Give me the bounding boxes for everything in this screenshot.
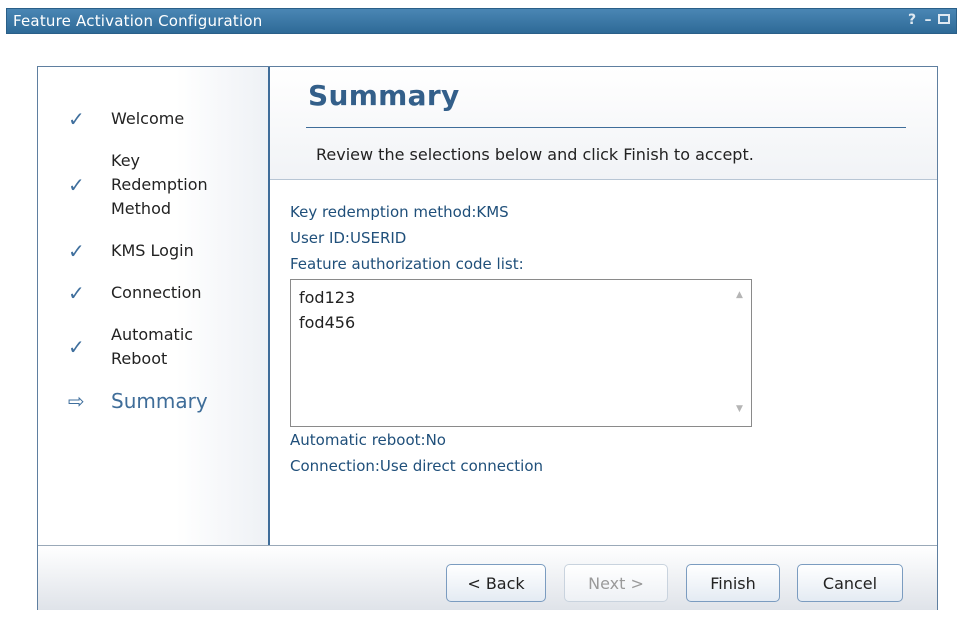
scroll-up-icon[interactable]: ▲ [736,290,743,300]
nav-item-label: Summary [111,389,208,413]
wizard-panel: ✓ Welcome ✓ Key Redemption Method ✓ KMS … [37,66,938,610]
check-icon: ✓ [68,173,85,197]
minimize-icon[interactable]: – [922,12,934,28]
page-header: Summary Review the selections below and … [270,67,937,180]
finish-button[interactable]: Finish [686,564,780,602]
title-divider [306,127,906,128]
back-button[interactable]: < Back [446,564,546,602]
window-titlebar: Feature Activation Configuration ? – [6,8,957,34]
page-title: Summary [308,79,460,112]
scroll-down-icon[interactable]: ▼ [736,404,743,414]
window-title: Feature Activation Configuration [13,12,263,30]
code-list-label: Feature authorization code list: [290,255,524,273]
next-button[interactable]: Next > [564,564,668,602]
check-icon: ✓ [68,281,85,305]
list-item[interactable]: fod456 [299,313,355,332]
user-id-text: User ID:USERID [290,229,407,247]
check-icon: ✓ [68,239,85,263]
automatic-reboot-text: Automatic reboot:No [290,431,446,449]
instructions-text: Review the selections below and click Fi… [316,145,754,164]
check-icon: ✓ [68,335,85,359]
scrollbar[interactable]: ▲ ▼ [731,280,751,426]
cancel-button[interactable]: Cancel [797,564,903,602]
help-icon[interactable]: ? [906,12,918,28]
list-item[interactable]: fod123 [299,288,355,307]
window-controls: ? – [906,12,950,28]
maximize-icon[interactable] [938,14,950,24]
wizard-steps-nav: ✓ Welcome ✓ Key Redemption Method ✓ KMS … [38,67,270,545]
key-redemption-method-text: Key redemption method:KMS [290,203,509,221]
check-icon: ✓ [68,107,85,131]
summary-content: Summary Review the selections below and … [270,67,937,545]
wizard-footer: < Back Next > Finish Cancel [38,545,937,610]
arrow-right-icon: ⇨ [68,389,85,413]
nav-item-label: Automatic Reboot [111,325,194,368]
connection-text: Connection:Use direct connection [290,457,544,475]
nav-item-label: Welcome [111,109,185,128]
feature-code-list[interactable]: fod123 fod456 ▲ ▼ [290,279,752,427]
nav-item-label: Key Redemption Method [111,151,208,218]
nav-item-label: Connection [111,283,202,302]
nav-item-label: KMS Login [111,241,194,260]
